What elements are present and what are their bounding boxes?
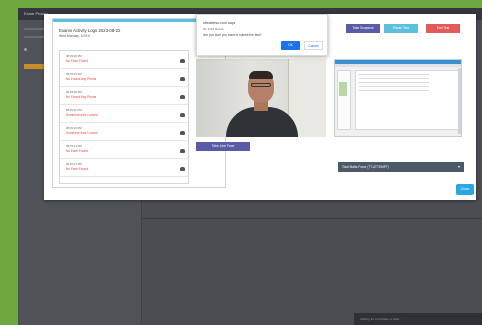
log-time: 08:45:16 PM [66,126,82,130]
camera-icon[interactable] [180,149,185,153]
camera-icon[interactable] [180,59,185,63]
camera-icon[interactable] [180,95,185,99]
chevron-down-icon: ▾ [457,164,460,169]
camera-icon[interactable] [180,131,185,135]
ok-button[interactable]: OK [281,41,300,50]
dialog-origin: sitealdesu.com says [203,21,236,25]
log-time: 08:45:21 PM [66,144,82,148]
dialog-subtitle: ID: 1124 Result [203,27,224,31]
log-item: 08:45:27 PM No Face Found [60,159,188,177]
attempt-dropdown[interactable]: Total Mafia Force (TT-ATTEMPT) ▾ [338,162,464,172]
camera-icon[interactable] [180,167,185,171]
status-dot-icon [24,48,27,51]
end-test-button[interactable]: End Test [426,24,460,33]
confirm-dialog: sitealdesu.com says ID: 1124 Result Are … [196,14,328,56]
pause-test-button[interactable]: Pause Test [384,24,418,33]
log-item: 08:45:05 PM No Found Any Phone [60,87,188,105]
take-snapshot-button[interactable]: Take Snapshot [346,24,380,33]
log-item: 08:45:11 PM Someone else Looked [60,105,188,123]
close-button[interactable]: Close [456,184,474,195]
log-event: No Found Any Phone [66,95,97,99]
attempt-label: Total Mafia Force (TT-ATTEMPT) [342,165,389,169]
log-event: Someone else Looked [66,113,98,117]
log-event: No Found Any Phone [66,77,97,81]
log-event: No Face Found [66,59,88,63]
preview-scrollbar [458,68,461,134]
log-event: No Face Found [66,167,88,171]
log-title: Exams Activity Logs 2023-08-22 [59,28,121,33]
dialog-message: Are you sure you want to submit the test… [203,33,262,37]
log-item: 08:45:01 PM No Found Any Phone [60,69,188,87]
activity-log-list[interactable]: 08:45:00 PM No Face Found 08:45:01 PM No… [59,50,189,184]
camera-icon[interactable] [180,113,185,117]
status-bar: Waiting for Candidate to Start... [354,313,482,325]
screen-share-preview [334,59,462,137]
log-time: 08:45:01 PM [66,72,82,76]
log-subtitle: Wed Monday, 1:00:0 [59,34,90,38]
log-time: 08:45:00 PM [66,54,82,58]
log-item: 08:45:21 PM No Face Found [60,141,188,159]
log-item: 08:45:00 PM No Face Found [60,51,188,69]
sidebar-badge [24,64,46,69]
status-text: Waiting for Candidate to Start... [360,317,402,321]
divider [142,218,482,219]
webcam-feed [196,59,326,137]
log-item: 08:45:16 PM Someone else Looked [60,123,188,141]
log-time: 08:45:27 PM [66,162,82,166]
activity-logs-modal: Exams Activity Logs 2023-08-22 Wed Monda… [44,14,476,200]
log-time: 08:45:05 PM [66,90,82,94]
cancel-button[interactable]: Cancel [304,41,323,50]
log-event: Someone else Looked [66,131,98,135]
log-time: 08:45:11 PM [66,108,82,112]
camera-icon[interactable] [180,77,185,81]
log-event: No Face Found [66,149,88,153]
take-live-face-button[interactable]: Take Live Face [196,142,250,151]
